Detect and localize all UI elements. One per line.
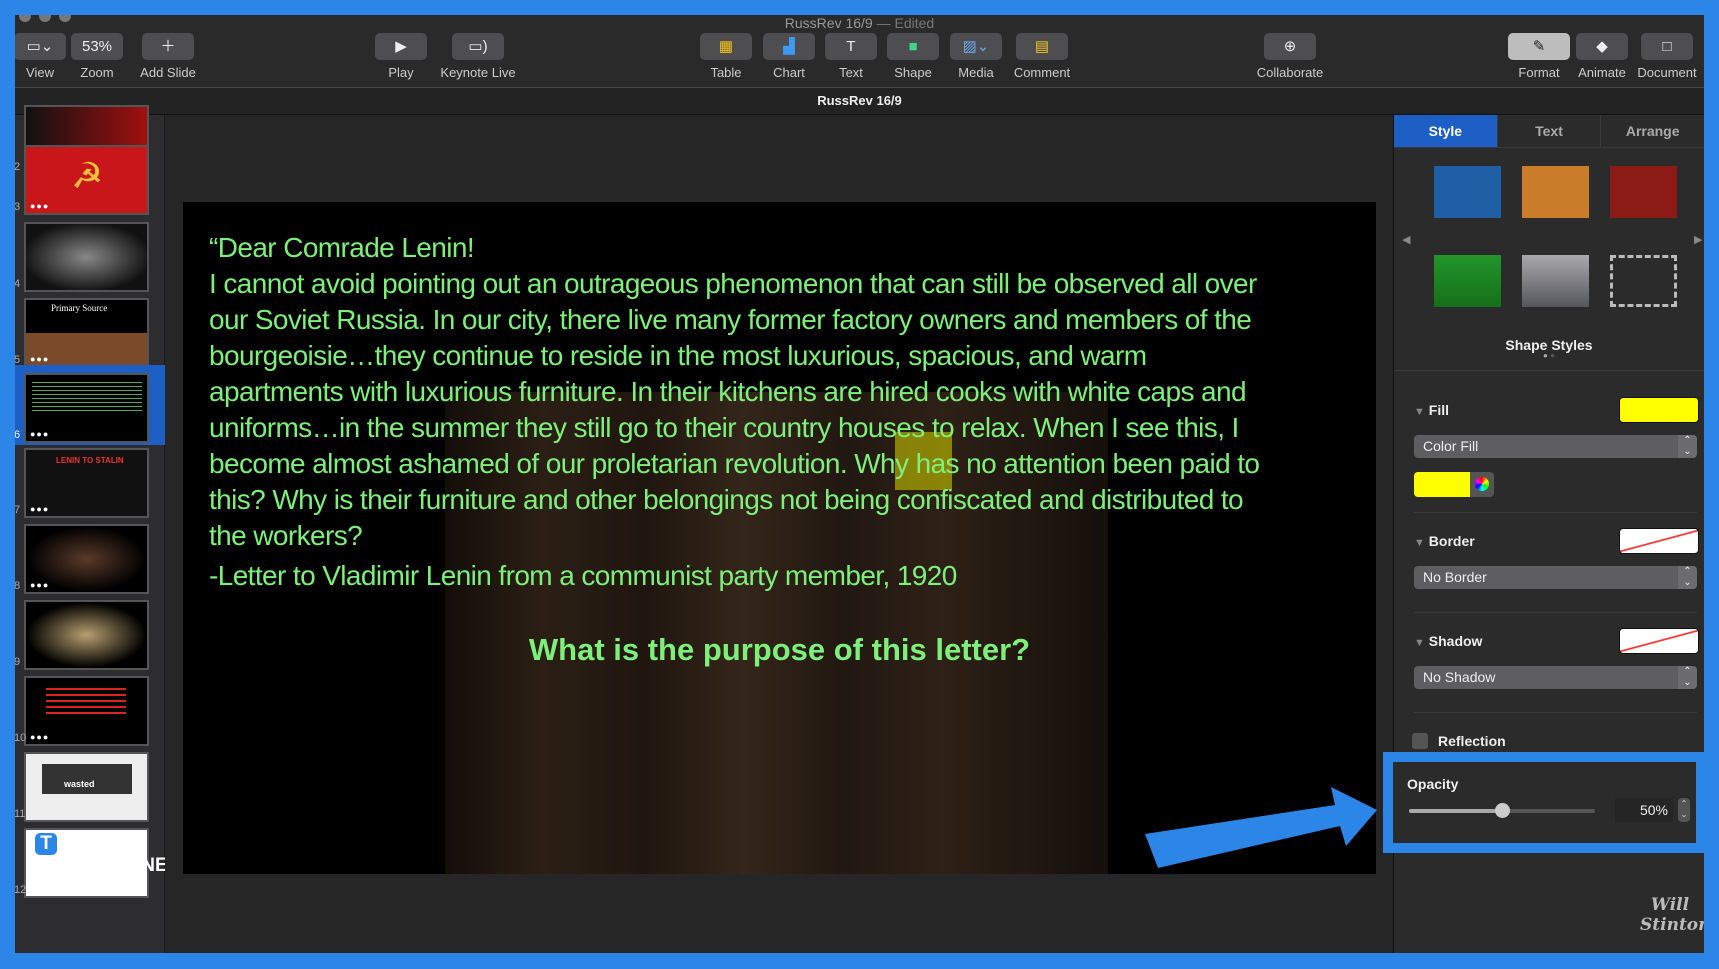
collaborate-icon: ⊕ [1264,33,1316,60]
chart-icon: ▟ [763,33,815,60]
stepper-icon: ⌃ ⌄ [1678,566,1697,589]
reflection-checkbox[interactable] [1412,733,1428,749]
window-controls[interactable] [19,15,79,25]
comment-icon: ▤ [1016,33,1068,60]
opacity-stepper[interactable]: ⌃ ⌄ [1678,798,1690,822]
shape-style-red[interactable] [1610,166,1677,218]
opacity-label: Opacity [1407,776,1459,792]
quote-attribution[interactable]: -Letter to Vladimir Lenin from a communi… [209,560,957,592]
opacity-slider-fill [1409,809,1502,813]
paintbrush-icon: ✎ [1508,33,1570,60]
disclosure-triangle-icon: ▼ [1414,637,1425,649]
tab-arrange[interactable]: Arrange [1601,115,1704,147]
text-icon: T [825,33,877,60]
fill-color-well[interactable] [1619,397,1699,423]
shadow-section-header[interactable]: ▼ Shadow [1414,633,1482,649]
quote-line: this? Why is their furniture and other b… [209,484,1244,515]
quote-line: bourgeoisie…they continue to reside in t… [209,340,1147,371]
shape-style-gray[interactable] [1522,255,1589,307]
border-section-header[interactable]: ▼ Border [1414,533,1475,549]
plus-icon: ＋ [142,33,194,60]
border-color-well[interactable] [1619,528,1699,554]
animate-icon: ◆ [1576,33,1628,60]
quote-line: uniforms…in the summer they still go to … [209,412,1239,443]
slide-thumbnail[interactable]: 4 [15,222,149,292]
stepper-icon: ⌃ ⌄ [1678,435,1697,458]
shape-style-blue[interactable] [1434,166,1501,218]
slide-question[interactable]: What is the purpose of this letter? [183,632,1376,668]
tab-style[interactable]: Style [1394,115,1498,147]
template-net-watermark: T TEMPLATE.NET [35,833,180,876]
opacity-value-field[interactable]: 50% [1615,798,1673,822]
opacity-section-highlight: Opacity 50% ⌃ ⌄ [1383,752,1704,853]
zoom-value: 53% [71,33,123,60]
disclosure-triangle-icon: ▼ [1414,406,1425,418]
zoom-button[interactable]: 53% Zoom [57,33,137,80]
media-icon: ▨⌄ [950,33,1002,60]
creator-signature: Will Stinton [1640,895,1704,935]
next-styles-arrow-icon[interactable]: ▶ [1694,233,1702,246]
slide-thumbnail[interactable]: Primary Source ●●● 5 [15,298,149,368]
quote-line: our Soviet Russia. In our city, there li… [209,304,1252,335]
slide-thumbnail[interactable]: ☭ ●●● 3 [15,145,149,215]
add-slide-button[interactable]: ＋ Add Slide [128,33,208,80]
slide-navigator[interactable]: ●●●2 ☭●●●3 4 Primary Source●●●5 ●●●6 LEN… [15,105,179,953]
quote-line: the workers? [209,520,363,551]
slide-thumbnail[interactable]: LENIN TO STALIN ●●● 7 [15,448,149,518]
quote-line: “Dear Comrade Lenin! [209,232,475,263]
shadow-type-popup[interactable]: No Shadow ⌃ ⌄ [1414,666,1697,689]
slide-thumbnail[interactable]: ●●● 10 [15,676,149,746]
title-bar: RussRev 16/9 — Edited [15,15,1704,33]
reflection-label: Reflection [1438,733,1506,749]
collaborate-button[interactable]: ⊕ Collaborate [1250,33,1330,80]
keynote-live-icon: ▭) [452,33,504,60]
quote-text[interactable]: “Dear Comrade Lenin! I cannot avoid poin… [209,230,1356,554]
shape-style-outline[interactable] [1610,255,1677,307]
opacity-slider-knob[interactable] [1495,803,1510,818]
play-button[interactable]: ▶ Play [361,33,441,80]
shadow-color-well[interactable] [1619,628,1699,654]
toolbar: ▭⌄ View 53% Zoom ＋ Add Slide ▶ Play ▭) Keynot… [15,33,1704,88]
opacity-slider[interactable] [1409,803,1595,818]
window-title: RussRev 16/9 [784,15,873,31]
slide[interactable]: “Dear Comrade Lenin! I cannot avoid poin… [183,202,1376,874]
tab-text[interactable]: Text [1498,115,1602,147]
window-title-suffix: — Edited [876,15,935,31]
quote-line: apartments with luxurious furniture. In … [209,376,1247,407]
keynote-live-button[interactable]: ▭) Keynote Live [438,33,518,80]
disclosure-triangle-icon: ▼ [1414,537,1425,549]
prev-styles-arrow-icon[interactable]: ◀ [1402,233,1410,246]
slide-thumbnail[interactable]: 9 [15,600,149,670]
fill-color-swatch[interactable] [1414,472,1470,497]
shape-style-green[interactable] [1434,255,1501,307]
keynote-window: RussRev 16/9 — Edited ▭⌄ View 53% Zoom ＋ Ad… [15,15,1704,953]
slide-thumbnail-selected[interactable]: ●●● 6 [15,373,149,443]
fill-section-header[interactable]: ▼ Fill [1414,402,1449,418]
page-dots[interactable]: ● ● [1394,351,1704,360]
comment-button[interactable]: ▤ Comment [1002,33,1082,80]
play-icon: ▶ [375,33,427,60]
quote-line: become almost ashamed of our proletarian… [209,448,1260,479]
table-icon: ▦ [700,33,752,60]
document-button[interactable]: □ Document [1627,33,1704,80]
slide-canvas: “Dear Comrade Lenin! I cannot avoid poin… [165,115,1393,953]
fill-type-popup[interactable]: Color Fill ⌃ ⌄ [1414,435,1697,458]
border-type-popup[interactable]: No Border ⌃ ⌄ [1414,566,1697,589]
color-wheel-icon[interactable] [1470,472,1494,497]
document-icon: □ [1641,33,1693,60]
shape-style-orange[interactable] [1522,166,1589,218]
quote-line: I cannot avoid pointing out an outrageou… [209,268,1257,299]
slide-thumbnail[interactable]: wasted 11 [15,752,149,822]
document-tab[interactable]: RussRev 16/9 [817,93,902,108]
slide-thumbnail[interactable]: ●●● 8 [15,524,149,594]
document-tab-bar: RussRev 16/9 [15,88,1704,115]
stepper-icon: ⌃ ⌄ [1678,666,1697,689]
shape-icon: ■ [887,33,939,60]
